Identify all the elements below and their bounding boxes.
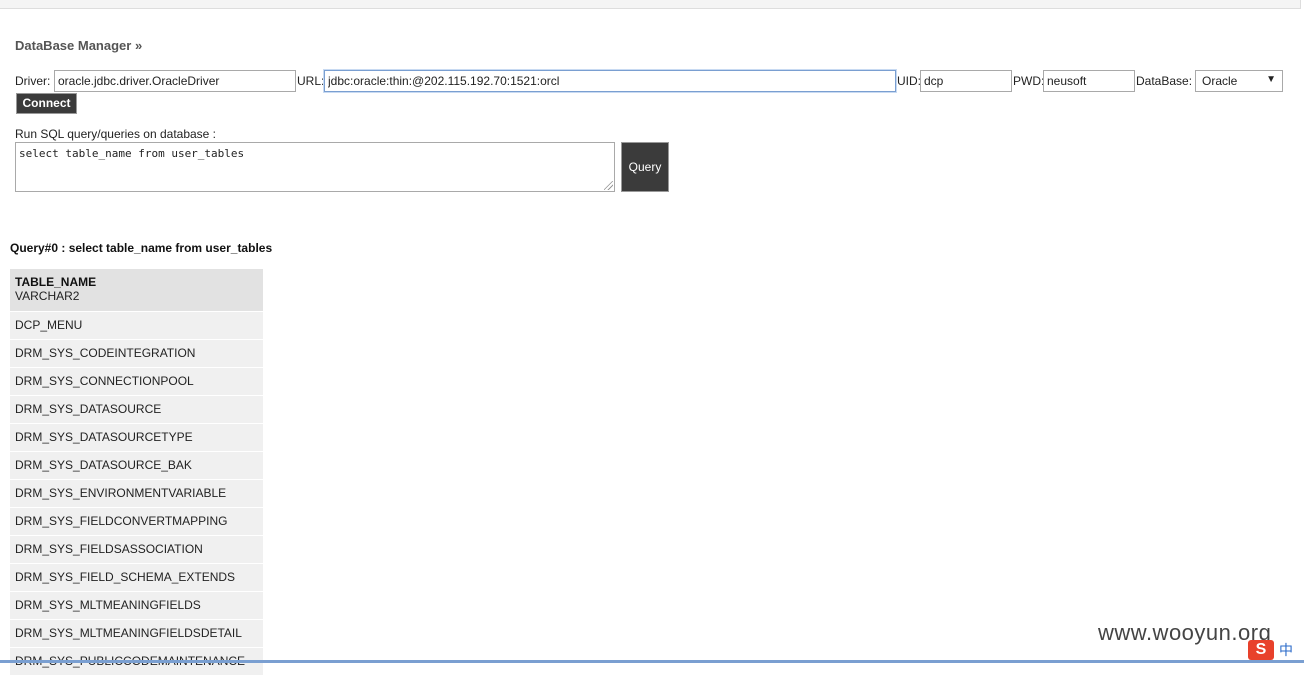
table-row: DRM_SYS_ENVIRONMENTVARIABLE: [10, 480, 263, 508]
query-result-heading: Query#0 : select table_name from user_ta…: [10, 241, 273, 255]
table-row: DRM_SYS_MLTMEANINGFIELDSDETAIL: [10, 620, 263, 648]
query-button[interactable]: Query: [621, 142, 669, 192]
uid-label: UID:: [897, 74, 921, 88]
database-select[interactable]: Oracle ▼: [1195, 70, 1283, 92]
table-row: DCP_MENU: [10, 312, 263, 340]
table-header: TABLE_NAME VARCHAR2: [10, 269, 263, 312]
column-name: TABLE_NAME: [15, 275, 97, 289]
table-row: DRM_SYS_FIELDCONVERTMAPPING: [10, 508, 263, 536]
sql-query-textarea[interactable]: select table_name from user_tables: [15, 142, 615, 192]
result-table: TABLE_NAME VARCHAR2 DCP_MENU DRM_SYS_COD…: [10, 269, 263, 676]
table-row: DRM_SYS_DATASOURCETYPE: [10, 424, 263, 452]
ime-mode-indicator[interactable]: 中: [1279, 640, 1293, 660]
table-row: DRM_SYS_FIELDSASSOCIATION: [10, 536, 263, 564]
uid-input[interactable]: [920, 70, 1012, 92]
table-row: DRM_SYS_CODEINTEGRATION: [10, 340, 263, 368]
table-row: DRM_SYS_FIELD_SCHEMA_EXTENDS: [10, 564, 263, 592]
driver-label: Driver:: [15, 74, 51, 88]
page-title: DataBase Manager »: [15, 38, 143, 53]
database-label: DataBase:: [1136, 74, 1193, 88]
sogou-ime-icon[interactable]: S: [1248, 640, 1274, 660]
top-bar: [0, 0, 1301, 9]
chevron-down-icon: ▼: [1266, 74, 1276, 85]
driver-input[interactable]: [54, 70, 296, 92]
url-label: URL:: [297, 74, 325, 88]
url-input[interactable]: [324, 70, 896, 92]
table-row: DRM_SYS_MLTMEANINGFIELDS: [10, 592, 263, 620]
table-row: DRM_SYS_DATASOURCE_BAK: [10, 452, 263, 480]
database-selected-value: Oracle: [1202, 74, 1238, 88]
watermark: www.wooyun.org: [1098, 620, 1272, 645]
table-row: DRM_SYS_CONNECTIONPOOL: [10, 368, 263, 396]
pwd-input[interactable]: [1043, 70, 1135, 92]
sql-prompt-label: Run SQL query/queries on database :: [15, 127, 217, 141]
pwd-label: PWD:: [1013, 74, 1045, 88]
connect-button[interactable]: Connect: [16, 93, 77, 114]
textarea-resize-icon[interactable]: [604, 181, 613, 190]
column-type: VARCHAR2: [15, 289, 80, 303]
table-row: DRM_SYS_DATASOURCE: [10, 396, 263, 424]
